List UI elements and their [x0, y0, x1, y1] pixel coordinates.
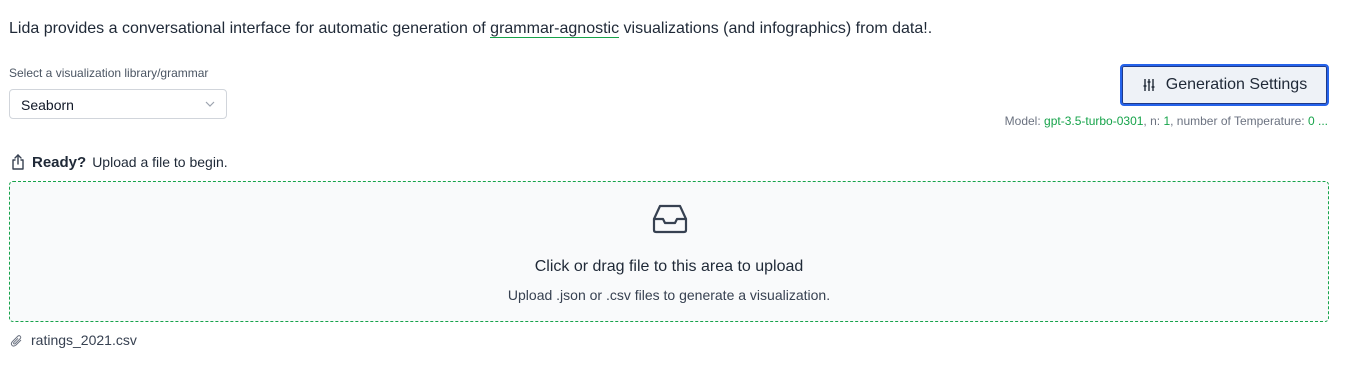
uploaded-file-item[interactable]: ratings_2021.csv [10, 332, 137, 348]
dropzone-hint: Upload .json or .csv files to generate a… [507, 287, 831, 303]
intro-before: Lida provides a conversational interface… [9, 20, 491, 37]
intro-after: visualizations (and infographics) from d… [619, 20, 933, 37]
generation-settings-button[interactable]: Generation Settings [1120, 64, 1329, 106]
n-label: , n: [1143, 114, 1164, 128]
model-label: Model: [1004, 114, 1045, 128]
dropzone-title: Click or drag file to this area to uploa… [534, 258, 804, 275]
library-select-label: Select a visualization library/grammar [9, 66, 209, 80]
intro-text: Lida provides a conversational interface… [9, 19, 932, 39]
paperclip-icon [10, 334, 22, 347]
page: Lida provides a conversational interface… [0, 0, 1351, 372]
temperature-label: , number of Temperature: [1170, 114, 1308, 128]
status-message: Upload a file to begin. [92, 154, 228, 170]
temperature-value: 0 ... [1307, 114, 1328, 128]
upload-dropzone[interactable]: Click or drag file to this area to uploa… [9, 181, 1329, 322]
status-line: Ready? Upload a file to begin. [10, 153, 228, 171]
library-select[interactable]: Seaborn [9, 89, 227, 119]
chevron-down-icon [205, 101, 215, 107]
upload-icon [12, 154, 24, 170]
model-value: gpt-3.5-turbo-0301 [1044, 114, 1144, 128]
file-name: ratings_2021.csv [31, 332, 137, 348]
inbox-icon [652, 204, 688, 234]
sliders-icon [1143, 79, 1155, 91]
library-select-value: Seaborn [21, 97, 74, 113]
generation-settings-label: Generation Settings [1165, 76, 1308, 93]
grammar-agnostic-link[interactable]: grammar-agnostic [490, 20, 620, 38]
ready-label: Ready? [32, 153, 87, 171]
model-info: Model: gpt-3.5-turbo-0301, n: 1, number … [1005, 114, 1328, 128]
